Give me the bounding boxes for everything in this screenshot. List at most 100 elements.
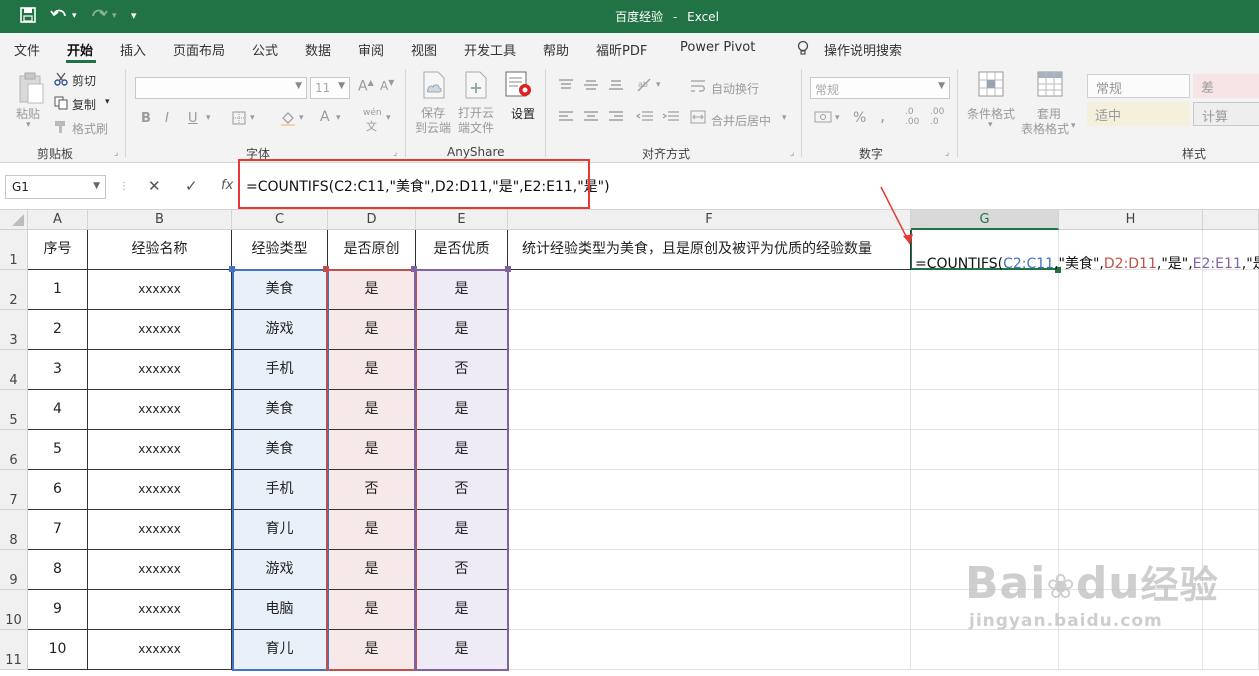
table-cell[interactable]: xxxxxx [88,310,232,350]
orientation-dropdown-icon[interactable]: ▾ [656,80,661,90]
range-handle[interactable] [323,266,329,272]
table-cell[interactable]: 是 [328,350,416,390]
decrease-decimal-button[interactable]: .00 .0 [930,107,944,127]
accounting-format-icon[interactable] [814,110,832,127]
column-header-h[interactable]: H [1059,210,1203,230]
align-middle-icon[interactable] [583,79,599,94]
insert-function-icon[interactable]: fx [221,178,233,193]
row-header-10[interactable]: 10 [0,590,28,630]
column-header-d[interactable]: D [328,210,416,230]
decrease-font-icon[interactable]: A▼ [380,78,394,93]
tab-file[interactable]: 文件 [14,40,40,59]
tab-power-pivot[interactable]: Power Pivot [680,40,755,55]
paste-icon[interactable] [17,71,45,108]
style-bad[interactable]: 差 [1193,74,1259,98]
empty-cell[interactable] [508,350,911,390]
cloud-save-icon[interactable] [420,70,448,103]
accounting-dropdown-icon[interactable]: ▾ [835,113,840,123]
table-format-icon[interactable] [1036,70,1066,103]
merge-dropdown-icon[interactable]: ▾ [782,113,787,123]
name-box[interactable]: G1 ▼ [5,175,106,199]
empty-cell[interactable] [911,630,1059,670]
table-cell[interactable]: 否 [416,470,508,510]
header-cell-c[interactable]: 经验类型 [232,230,328,270]
empty-cell[interactable] [1203,310,1259,350]
align-center-icon[interactable] [583,111,599,126]
number-format-select[interactable]: 常规 ▼ [810,77,950,99]
increase-decimal-button[interactable]: .0 .00 [905,107,919,127]
borders-dropdown-icon[interactable]: ▾ [250,113,255,123]
empty-cell[interactable] [508,630,911,670]
tab-view[interactable]: 视图 [411,40,437,59]
clipboard-launcher-icon[interactable]: ⌟ [114,148,118,158]
table-cell[interactable]: 是 [416,630,508,670]
empty-cell[interactable] [911,510,1059,550]
tab-foxit-pdf[interactable]: 福昕PDF [596,40,647,59]
align-right-icon[interactable] [608,111,624,126]
enter-icon[interactable]: ✓ [185,177,198,195]
table-cell[interactable]: 育儿 [232,510,328,550]
underline-dropdown-icon[interactable]: ▾ [206,113,211,123]
increase-indent-icon[interactable] [662,111,680,126]
empty-cell[interactable] [1203,430,1259,470]
header-cell-a[interactable]: 序号 [28,230,88,270]
phonetic-button[interactable]: wén [363,108,382,118]
italic-button[interactable]: I [165,111,169,126]
anyshare-settings-button[interactable]: 设置 [511,105,535,122]
tab-review[interactable]: 审阅 [358,40,384,59]
fill-color-dropdown-icon[interactable]: ▾ [299,113,304,123]
range-handle[interactable] [411,266,417,272]
empty-cell[interactable] [1059,350,1203,390]
table-cell[interactable]: 8 [28,550,88,590]
header-cell-b[interactable]: 经验名称 [88,230,232,270]
table-cell[interactable]: 育儿 [232,630,328,670]
header-cell-d[interactable]: 是否原创 [328,230,416,270]
empty-cell[interactable] [508,590,911,630]
column-header-b[interactable]: B [88,210,232,230]
scissors-icon[interactable] [54,72,68,89]
row-header-8[interactable]: 8 [0,510,28,550]
empty-cell[interactable] [911,430,1059,470]
empty-cell[interactable] [1059,430,1203,470]
save-to-cloud-line2[interactable]: 到云端 [415,119,451,136]
row-header-11[interactable]: 11 [0,630,28,670]
percent-button[interactable]: % [853,110,866,126]
empty-cell[interactable] [508,430,911,470]
table-cell[interactable]: 是 [328,270,416,310]
increase-font-icon[interactable]: A▲ [358,78,374,95]
empty-cell[interactable] [911,390,1059,430]
copy-dropdown-icon[interactable]: ▾ [105,97,110,107]
empty-cell[interactable] [911,270,1059,310]
borders-icon[interactable] [232,111,246,128]
wrap-text-icon[interactable] [690,79,706,96]
tab-developer[interactable]: 开发工具 [464,40,516,59]
conditional-format-icon[interactable] [977,70,1007,103]
table-cell[interactable]: 是 [328,510,416,550]
empty-cell[interactable] [1059,270,1203,310]
underline-button[interactable]: U [188,111,198,126]
table-cell[interactable]: 游戏 [232,310,328,350]
table-cell[interactable]: 游戏 [232,550,328,590]
column-header-g[interactable]: G [911,210,1059,230]
empty-cell[interactable] [1203,510,1259,550]
empty-cell[interactable] [911,350,1059,390]
range-handle[interactable] [505,266,511,272]
phonetic-icon[interactable]: 文 [366,118,377,134]
table-cell[interactable]: 是 [328,310,416,350]
font-color-dropdown-icon[interactable]: ▾ [336,113,341,123]
tab-formulas[interactable]: 公式 [252,40,278,59]
table-cell[interactable]: 3 [28,350,88,390]
copy-button[interactable]: 复制 [72,96,96,113]
table-cell[interactable]: 是 [416,430,508,470]
tab-page-layout[interactable]: 页面布局 [173,40,225,59]
table-cell[interactable]: 10 [28,630,88,670]
table-cell[interactable]: xxxxxx [88,390,232,430]
table-cell[interactable]: 是 [328,590,416,630]
style-calculation[interactable]: 计算 [1193,102,1259,126]
empty-cell[interactable] [1059,510,1203,550]
align-left-icon[interactable] [558,111,574,126]
font-launcher-icon[interactable]: ⌟ [393,148,397,158]
table-cell[interactable]: 2 [28,310,88,350]
empty-cell[interactable] [1059,310,1203,350]
table-cell[interactable]: xxxxxx [88,590,232,630]
